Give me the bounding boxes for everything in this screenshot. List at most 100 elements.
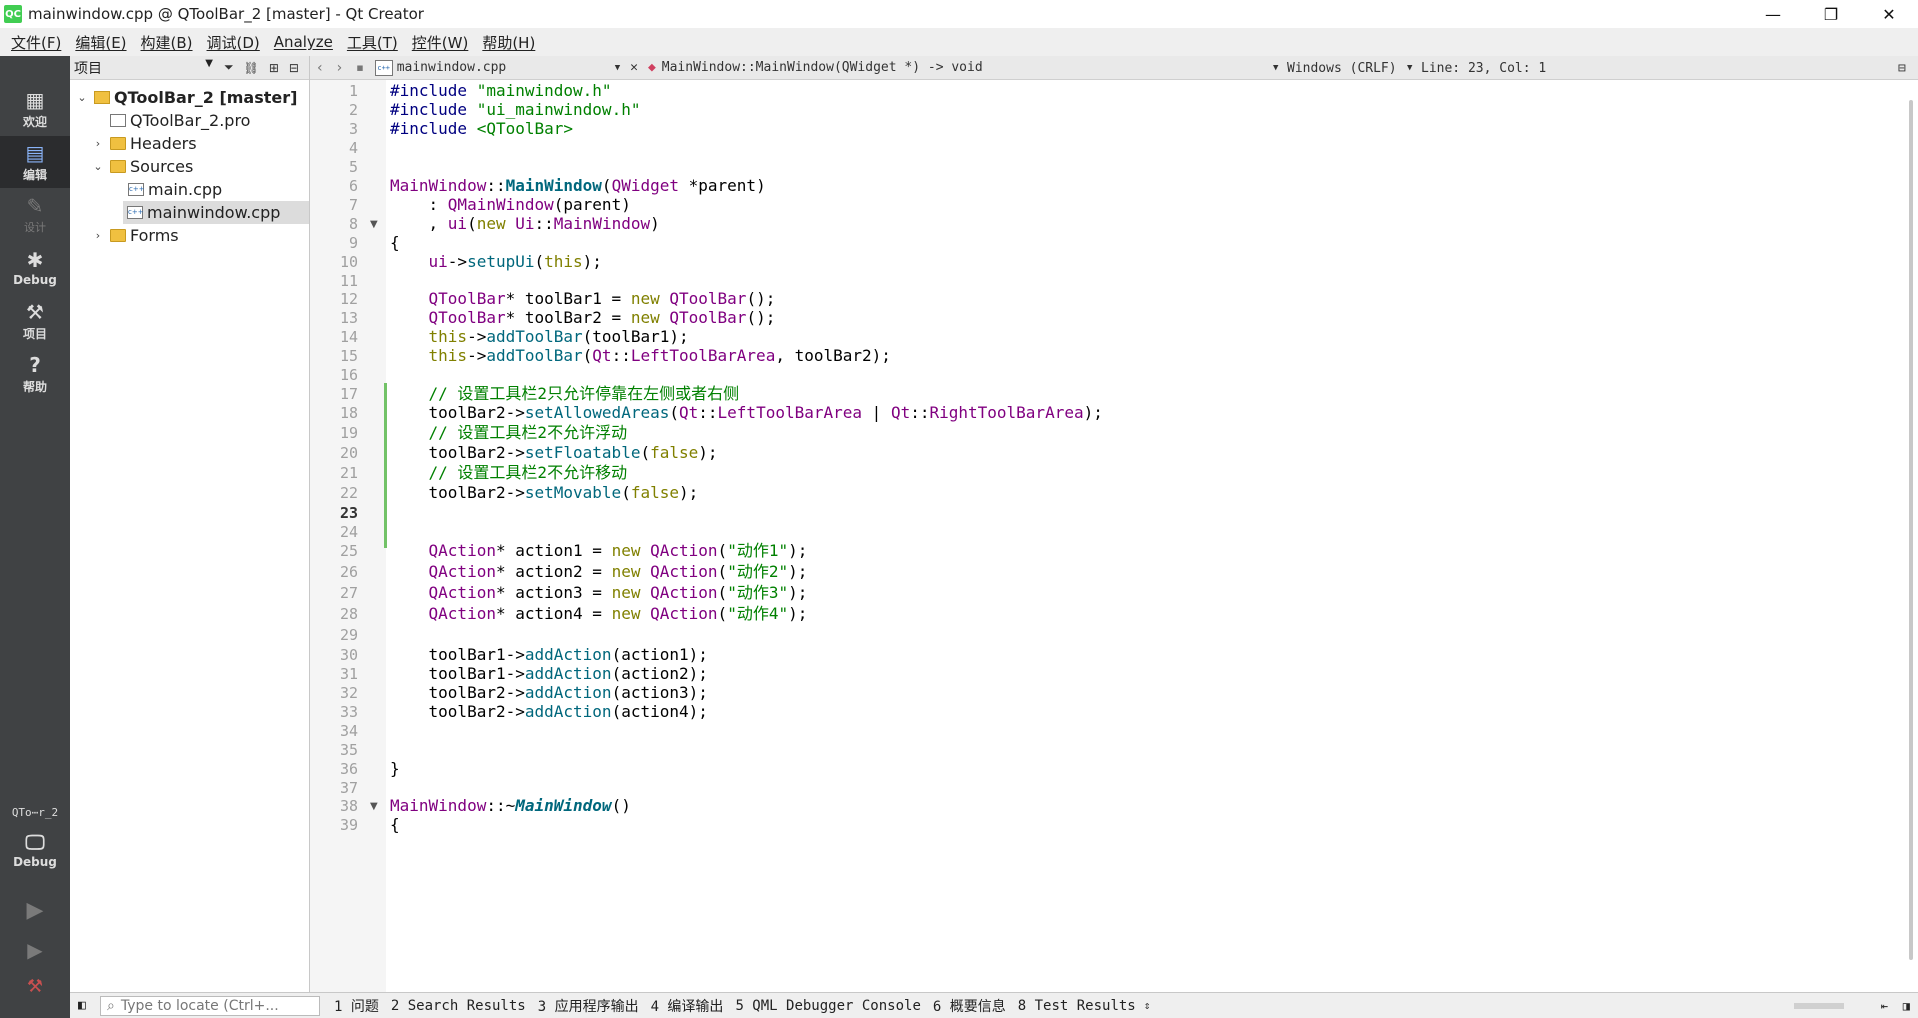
tree-item-mainwindow-cpp[interactable]: c++ mainwindow.cpp <box>123 201 309 224</box>
tree-item-project[interactable]: ⌄ QToolBar_2 [master] <box>74 86 297 109</box>
line-number: 24 <box>339 523 358 541</box>
restore-button[interactable]: ❐ <box>1802 0 1860 28</box>
title-bar: QC mainwindow.cpp @ QToolBar_2 [master] … <box>0 0 1918 28</box>
mode-debug[interactable]: ✱ Debug <box>0 242 70 294</box>
code-line[interactable]: MainWindow::~MainWindow() <box>390 795 631 817</box>
code-line[interactable]: toolBar2->addAction(action4); <box>390 701 708 723</box>
open-file-selector[interactable]: mainwindow.cpp <box>397 60 615 75</box>
code-line[interactable]: QAction* action1 = new QAction("动作1"); <box>390 540 808 562</box>
tree-item-headers[interactable]: › Headers <box>90 132 197 155</box>
pro-file-icon <box>110 114 126 127</box>
line-ending-selector[interactable]: Windows (CRLF) <box>1287 56 1397 80</box>
output-tab-app-output[interactable]: 3 应用程序输出 <box>538 996 639 1016</box>
menu-tools[interactable]: 工具(T) <box>344 32 401 53</box>
code-line[interactable]: QAction* action4 = new QAction("动作4"); <box>390 603 808 625</box>
mode-design[interactable]: ✎ 设计 <box>0 189 70 241</box>
code-line[interactable]: , ui(new Ui::MainWindow) <box>390 213 660 235</box>
tree-item-main-cpp[interactable]: c++ main.cpp <box>108 178 222 201</box>
output-tab-search[interactable]: 2 Search Results <box>391 998 526 1014</box>
code-line[interactable]: toolBar2->setFloatable(false); <box>390 442 718 464</box>
debug-run-icon[interactable]: ▶ <box>0 938 70 962</box>
output-tab-compile[interactable]: 4 编译输出 <box>651 996 724 1016</box>
output-tab-qml-console[interactable]: 5 QML Debugger Console <box>735 998 920 1014</box>
toggle-sidebar-icon[interactable]: ◧ <box>78 998 86 1013</box>
close-panel-icon[interactable]: ⊟ <box>289 61 299 75</box>
locator-input[interactable]: ⌕ Type to locate (Ctrl+... <box>100 995 320 1016</box>
code-line[interactable]: #include <QToolBar> <box>390 118 573 140</box>
tree-item-pro-file[interactable]: QToolBar_2.pro <box>90 109 250 132</box>
code-line[interactable]: // 设置工具栏2不允许移动 <box>390 462 628 484</box>
line-number: 5 <box>348 158 358 176</box>
view-selector[interactable]: 项目 ▼ <box>74 58 219 78</box>
monitor-icon: 🖵 <box>25 830 45 854</box>
project-icon <box>94 91 110 104</box>
back-icon[interactable]: ‹ <box>317 60 323 76</box>
line-number: 19 <box>339 424 358 442</box>
qt-creator-logo-icon: QC <box>4 5 22 23</box>
code-line[interactable]: toolBar2->setAllowedAreas(Qt::LeftToolBa… <box>390 402 1103 424</box>
close-button[interactable]: ✕ <box>1860 0 1918 28</box>
menu-build[interactable]: 构建(B) <box>138 32 196 53</box>
link-icon[interactable]: ⛓ <box>244 61 259 75</box>
pencil-icon: ✎ <box>26 194 44 218</box>
menu-controls[interactable]: 控件(W) <box>409 32 472 53</box>
lock-icon: ▪ <box>356 61 364 74</box>
scrollbar-thumb[interactable] <box>1909 100 1913 960</box>
menu-analyze[interactable]: Analyze <box>271 33 336 51</box>
menu-file[interactable]: 文件(F) <box>8 32 64 53</box>
code-line[interactable]: toolBar2->setMovable(false); <box>390 482 699 504</box>
chevron-down-icon[interactable]: ⌄ <box>90 160 106 173</box>
code-line[interactable]: ui->setupUi(this); <box>390 251 602 273</box>
mode-help[interactable]: ? 帮助 <box>0 348 70 400</box>
dropdown-icon[interactable]: ▼ <box>1407 56 1412 80</box>
mode-edit[interactable]: ▤ 编辑 <box>0 136 70 188</box>
menu-help[interactable]: 帮助(H) <box>479 32 538 53</box>
filter-icon[interactable]: ⏷ <box>224 60 234 75</box>
close-file-icon[interactable]: ✕ <box>630 60 638 75</box>
tree-item-sources[interactable]: ⌄ Sources <box>90 155 193 178</box>
more-tabs-icon[interactable]: ⇕ <box>1144 999 1151 1012</box>
fold-marker-icon[interactable]: ▼ <box>370 214 378 235</box>
kit-selector[interactable]: 🖵 Debug <box>0 824 70 876</box>
menu-debug[interactable]: 调试(D) <box>204 32 263 53</box>
symbol-selector[interactable]: MainWindow::MainWindow(QWidget *) -> voi… <box>662 60 983 75</box>
chevron-down-icon[interactable]: ⌄ <box>74 91 90 104</box>
minimize-button[interactable]: — <box>1744 0 1802 28</box>
cursor-position[interactable]: Line: 23, Col: 1 <box>1421 56 1546 80</box>
chevron-right-icon[interactable]: › <box>90 137 106 150</box>
dropdown-icon[interactable]: ▼ <box>615 63 620 73</box>
code-line[interactable]: QAction* action3 = new QAction("动作3"); <box>390 582 808 604</box>
chevron-right-icon[interactable]: › <box>90 229 106 242</box>
output-tab-issues[interactable]: 1 问题 <box>334 996 379 1016</box>
code-line[interactable]: } <box>390 758 400 780</box>
mode-projects[interactable]: ⚒ 项目 <box>0 295 70 347</box>
code-line[interactable]: // 设置工具栏2不允许浮动 <box>390 422 628 444</box>
run-icon[interactable]: ▶ <box>0 898 70 923</box>
dropdown-icon[interactable]: ▼ <box>1273 56 1278 80</box>
toggle-output-icon[interactable]: ◨ <box>1903 999 1910 1013</box>
fold-marker-icon[interactable]: ▼ <box>370 796 378 817</box>
output-tab-general[interactable]: 6 概要信息 <box>933 996 1006 1016</box>
code-line[interactable]: this->addToolBar(Qt::LeftToolBarArea, to… <box>390 345 891 367</box>
output-tab-tests[interactable]: 8 Test Results <box>1018 998 1136 1014</box>
tree-item-forms[interactable]: › Forms <box>90 224 179 247</box>
line-number: 22 <box>339 484 358 502</box>
build-icon[interactable]: ⚒ <box>0 976 70 997</box>
forward-icon[interactable]: › <box>337 60 343 76</box>
progress-bar <box>1794 1002 1844 1009</box>
line-number: 29 <box>339 626 358 644</box>
vertical-scrollbar[interactable] <box>1906 80 1918 992</box>
folder-icon <box>110 137 126 150</box>
line-number: 10 <box>339 253 358 271</box>
help-icon: ? <box>29 352 41 377</box>
line-number: 23 <box>339 504 358 522</box>
split-editor-icon[interactable]: ⊟ <box>1898 56 1906 80</box>
line-number: 34 <box>339 722 358 740</box>
code-line[interactable]: { <box>390 814 400 836</box>
progress-toggle-icon[interactable]: ⇤ <box>1881 999 1888 1013</box>
mode-welcome[interactable]: ▦ 欢迎 <box>0 83 70 135</box>
menu-edit[interactable]: 编辑(E) <box>72 32 129 53</box>
split-icon[interactable]: ⊞ <box>269 61 279 75</box>
code-editor[interactable]: 1 2 3 4 5 6 7 8 9 10 11 12 13 14 15 16 17 18 19 20 21 22 23 24 2… <box>310 80 1906 992</box>
code-line[interactable]: QAction* action2 = new QAction("动作2"); <box>390 561 808 583</box>
